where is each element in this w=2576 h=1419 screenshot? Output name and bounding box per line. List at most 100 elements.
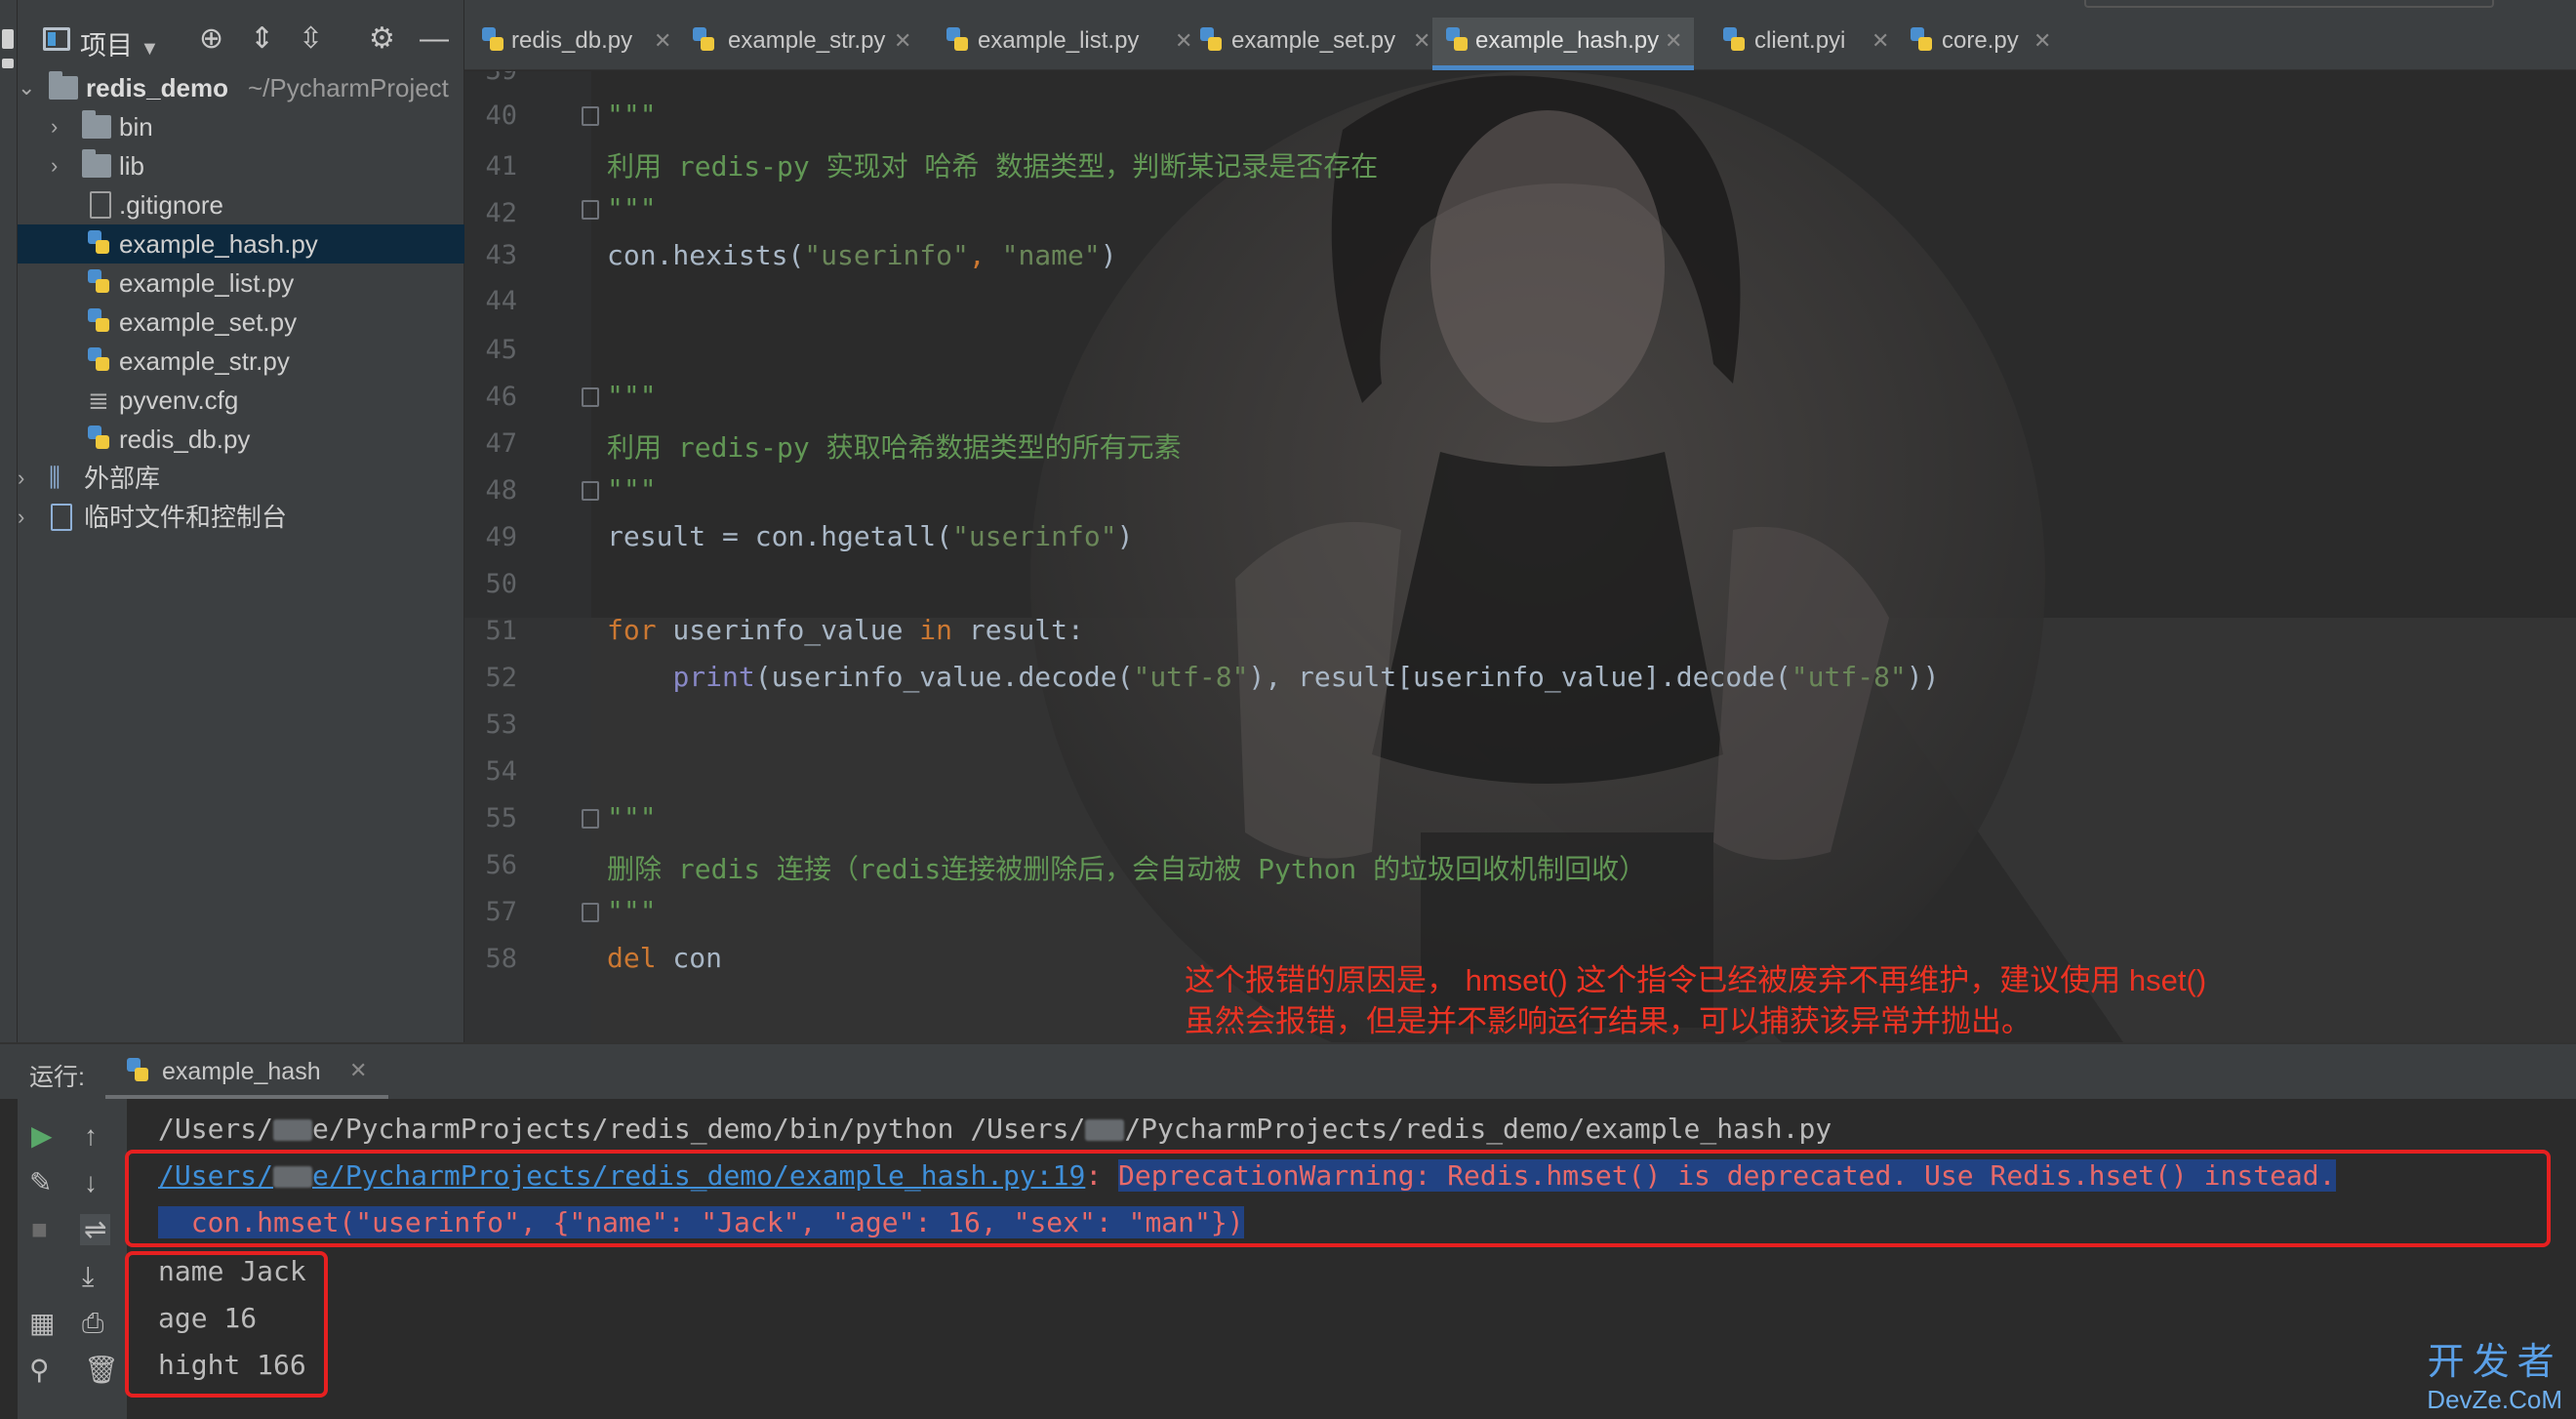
tree-root-redis-demo[interactable]: ⌄ redis_demo ~/PycharmProject <box>18 68 464 107</box>
tree-item-redis-db[interactable]: redis_db.py <box>18 420 464 459</box>
code-line-51: for userinfo_value in result: <box>607 614 1084 646</box>
fold-marker-icon[interactable] <box>582 200 599 220</box>
redacted-blur <box>273 1119 313 1141</box>
tree-item-bin[interactable]: › bin <box>18 107 464 146</box>
fold-marker-icon[interactable] <box>582 903 599 922</box>
code-line-56: 删除 redis 连接（redis连接被删除后，会自动被 Python 的垃圾回… <box>607 853 1647 885</box>
code-line-48: """ <box>607 473 657 506</box>
python-file-icon <box>127 1058 150 1085</box>
line-number: 46 <box>485 382 517 412</box>
run-tab-example-hash[interactable]: example_hash ✕ <box>105 1044 388 1099</box>
close-icon[interactable]: ✕ <box>349 1058 367 1083</box>
fold-marker-icon[interactable] <box>582 809 599 829</box>
tree-item-label: .gitignore <box>119 190 223 220</box>
scroll-up-icon[interactable]: ↑ <box>84 1120 98 1152</box>
tab-example-set[interactable]: example_set.py ✕ <box>1196 18 1430 70</box>
code-token: for <box>607 614 657 646</box>
pin-icon[interactable]: ⚲ <box>29 1355 50 1386</box>
code-line-40: """ <box>607 99 657 131</box>
expand-all-icon[interactable]: ⇕ <box>250 23 274 55</box>
tree-item-example-list[interactable]: example_list.py <box>18 264 464 303</box>
code-token: )) <box>1906 661 1940 693</box>
project-view-icon[interactable] <box>43 27 70 51</box>
scroll-to-end-icon[interactable]: ⤓ <box>82 1261 94 1292</box>
code-line-55: """ <box>607 801 657 833</box>
project-panel-title[interactable]: 项目 ▼ <box>80 24 159 62</box>
close-icon[interactable]: ✕ <box>654 18 671 64</box>
line-number: 53 <box>485 710 517 740</box>
tab-label: example_str.py <box>728 27 886 54</box>
close-icon[interactable]: ✕ <box>1413 18 1430 64</box>
close-icon[interactable]: ✕ <box>2033 18 2051 64</box>
code-editor[interactable]: 39 40 41 42 43 44 45 46 47 48 49 50 51 5… <box>464 71 2576 1042</box>
chevron-right-icon[interactable]: › <box>18 498 24 537</box>
line-number: 45 <box>485 335 517 365</box>
trash-icon[interactable]: 🗑 <box>84 1355 119 1386</box>
tree-item-scratches[interactable]: › 临时文件和控制台 <box>18 498 464 537</box>
collapse-all-icon[interactable]: ⇳ <box>299 23 323 55</box>
strip-marker[interactable] <box>2 29 14 49</box>
stop-icon[interactable]: ■ <box>31 1214 48 1245</box>
editor-tab-bar: redis_db.py ✕ example_str.py ✕ example_l… <box>464 0 2576 70</box>
console-text: /PycharmProjects/redis_demo/example_hash… <box>1124 1113 1832 1145</box>
watermark-top: 开发者 <box>2427 1342 2562 1383</box>
console-output[interactable]: /Users/e/PycharmProjects/redis_demo/bin/… <box>127 1099 2576 1419</box>
folder-icon <box>82 149 111 178</box>
folder-icon <box>82 110 111 139</box>
tree-item-external-libs[interactable]: › ⫼ 外部库 <box>18 459 464 498</box>
python-file-icon <box>88 426 111 453</box>
code-line-41: 利用 redis-py 实现对 哈希 数据类型，判断某记录是否存在 <box>607 150 1379 182</box>
run-panel: 运行: example_hash ✕ ▶ ↑ ✎ ↓ ■ ⇌ ⤓ ▦ ⎙ ⚲ 🗑… <box>0 1042 2576 1419</box>
chevron-right-icon[interactable]: › <box>18 459 24 498</box>
tree-item-example-hash[interactable]: example_hash.py <box>18 224 464 264</box>
code-token: con.hexists( <box>607 239 805 271</box>
python-file-icon <box>88 308 111 336</box>
python-file-icon <box>693 27 716 55</box>
search-field-edge[interactable] <box>2084 0 2494 8</box>
console-command-line: /Users/e/PycharmProjects/redis_demo/bin/… <box>158 1113 1831 1145</box>
tree-item-lib[interactable]: › lib <box>18 146 464 185</box>
tree-item-label: example_hash.py <box>119 229 318 259</box>
fold-marker-icon[interactable] <box>582 387 599 407</box>
tree-item-example-set[interactable]: example_set.py <box>18 303 464 342</box>
fold-marker-icon[interactable] <box>582 106 599 126</box>
layout-icon[interactable]: ▦ <box>29 1308 55 1339</box>
root-path: ~/PycharmProject <box>248 73 449 102</box>
line-number: 49 <box>485 522 517 552</box>
tab-core-py[interactable]: core.py ✕ <box>1907 18 2063 70</box>
soft-wrap-icon[interactable]: ⇌ <box>80 1214 111 1245</box>
fold-marker-icon[interactable] <box>582 481 599 501</box>
tab-example-str[interactable]: example_str.py ✕ <box>689 18 913 70</box>
tab-example-hash[interactable]: example_hash.py ✕ <box>1432 18 1694 70</box>
tab-client-pyi[interactable]: client.pyi ✕ <box>1719 18 1895 70</box>
rerun-icon[interactable]: ▶ <box>31 1120 53 1152</box>
chevron-down-icon[interactable]: ▼ <box>141 38 160 60</box>
hide-panel-icon[interactable]: — <box>420 23 449 55</box>
line-number: 41 <box>485 151 517 182</box>
chevron-right-icon[interactable]: › <box>51 146 58 185</box>
print-icon[interactable]: ⎙ <box>82 1308 103 1339</box>
close-icon[interactable]: ✕ <box>1872 18 1889 64</box>
gear-icon[interactable]: ⚙ <box>369 23 395 55</box>
tree-item-pyvenv[interactable]: ≣ pyvenv.cfg <box>18 381 464 420</box>
tree-item-label: example_list.py <box>119 268 295 298</box>
code-token: print <box>672 661 755 693</box>
locate-target-icon[interactable]: ⊕ <box>199 23 223 55</box>
code-token: ) <box>1100 239 1117 271</box>
code-token: "utf-8" <box>1133 661 1249 693</box>
strip-marker[interactable] <box>2 59 14 68</box>
close-icon[interactable]: ✕ <box>1175 18 1192 64</box>
folder-icon <box>49 71 78 100</box>
chevron-down-icon[interactable]: ⌄ <box>18 68 35 107</box>
tab-redis-db[interactable]: redis_db.py ✕ <box>478 18 673 70</box>
wrench-icon[interactable]: ✎ <box>29 1167 52 1198</box>
close-icon[interactable]: ✕ <box>1665 18 1682 64</box>
chevron-right-icon[interactable]: › <box>51 107 58 146</box>
scroll-down-icon[interactable]: ↓ <box>84 1167 98 1198</box>
tab-label: example_list.py <box>978 27 1140 54</box>
tree-item-gitignore[interactable]: .gitignore <box>18 185 464 224</box>
close-icon[interactable]: ✕ <box>894 18 911 64</box>
tree-item-example-str[interactable]: example_str.py <box>18 342 464 381</box>
tab-example-list[interactable]: example_list.py ✕ <box>943 18 1192 70</box>
